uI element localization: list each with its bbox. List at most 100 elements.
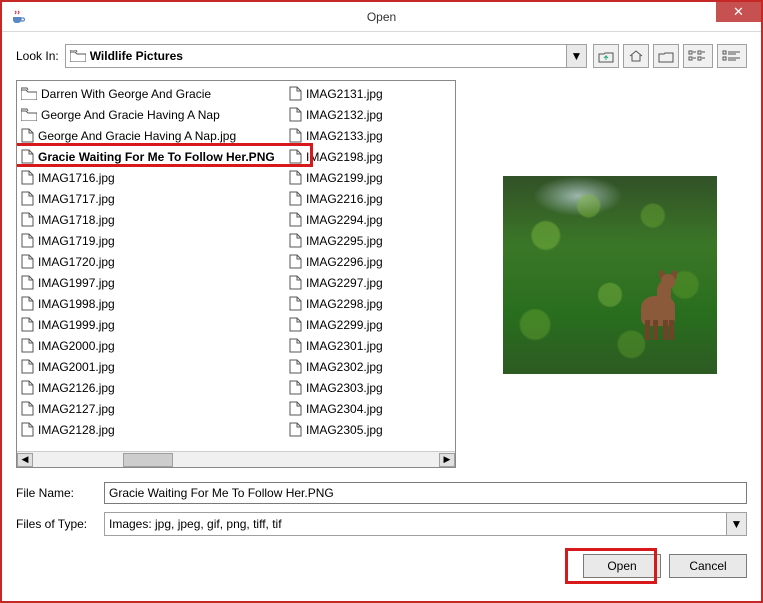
- file-name: IMAG2001.jpg: [38, 360, 115, 374]
- file-icon: [21, 338, 34, 353]
- up-one-level-button[interactable]: [593, 44, 619, 68]
- file-name: IMAG1717.jpg: [38, 192, 115, 206]
- home-button[interactable]: [623, 44, 649, 68]
- file-name: IMAG2301.jpg: [306, 339, 383, 353]
- list-view-button[interactable]: [683, 44, 713, 68]
- preview-image: [503, 176, 717, 374]
- file-name: IMAG2126.jpg: [38, 381, 115, 395]
- file-item[interactable]: IMAG2302.jpg: [285, 356, 435, 377]
- file-item[interactable]: IMAG2001.jpg: [17, 356, 285, 377]
- file-item[interactable]: IMAG2216.jpg: [285, 188, 435, 209]
- file-name: IMAG2295.jpg: [306, 234, 383, 248]
- file-name-input[interactable]: [104, 482, 747, 504]
- file-item[interactable]: IMAG2131.jpg: [285, 83, 435, 104]
- scroll-thumb[interactable]: [123, 453, 173, 467]
- file-item[interactable]: IMAG1718.jpg: [17, 209, 285, 230]
- details-view-button[interactable]: [717, 44, 747, 68]
- file-name: IMAG2299.jpg: [306, 318, 383, 332]
- files-of-type-combo[interactable]: Images: jpg, jpeg, gif, png, tiff, tif ▼: [104, 512, 747, 536]
- file-name-label: File Name:: [16, 486, 96, 500]
- file-item[interactable]: IMAG2299.jpg: [285, 314, 435, 335]
- file-icon: [21, 212, 34, 227]
- file-item[interactable]: IMAG2298.jpg: [285, 293, 435, 314]
- file-icon: [289, 128, 302, 143]
- file-item[interactable]: IMAG2295.jpg: [285, 230, 435, 251]
- dropdown-arrow-icon: ▼: [726, 513, 746, 535]
- nav-toolbar: [593, 44, 747, 68]
- file-icon: [289, 170, 302, 185]
- file-name: IMAG2302.jpg: [306, 360, 383, 374]
- file-item[interactable]: Gracie Waiting For Me To Follow Her.PNG: [17, 146, 285, 167]
- file-name: IMAG1719.jpg: [38, 234, 115, 248]
- look-in-label: Look In:: [16, 49, 59, 63]
- open-button[interactable]: Open: [583, 554, 661, 578]
- file-item[interactable]: IMAG2303.jpg: [285, 377, 435, 398]
- file-icon: [21, 296, 34, 311]
- file-item[interactable]: George And Gracie Having A Nap.jpg: [17, 125, 285, 146]
- file-name: IMAG2296.jpg: [306, 255, 383, 269]
- scroll-right-icon[interactable]: ▶: [439, 453, 455, 467]
- file-name: IMAG2297.jpg: [306, 276, 383, 290]
- file-name: Gracie Waiting For Me To Follow Her.PNG: [38, 150, 275, 164]
- file-item[interactable]: IMAG2126.jpg: [17, 377, 285, 398]
- file-icon: [289, 275, 302, 290]
- file-name: IMAG2304.jpg: [306, 402, 383, 416]
- preview-pane: [472, 80, 747, 468]
- file-item[interactable]: IMAG2296.jpg: [285, 251, 435, 272]
- close-icon: ✕: [733, 4, 744, 20]
- folder-item[interactable]: George And Gracie Having A Nap: [17, 104, 285, 125]
- file-name: IMAG2199.jpg: [306, 171, 383, 185]
- file-item[interactable]: IMAG1720.jpg: [17, 251, 285, 272]
- file-name: IMAG1716.jpg: [38, 171, 115, 185]
- file-item[interactable]: IMAG1999.jpg: [17, 314, 285, 335]
- file-name: IMAG2298.jpg: [306, 297, 383, 311]
- look-in-value: Wildlife Pictures: [90, 49, 183, 63]
- folder-item[interactable]: Darren With George And Gracie: [17, 83, 285, 104]
- file-item[interactable]: IMAG2301.jpg: [285, 335, 435, 356]
- file-icon: [21, 128, 34, 143]
- file-icon: [21, 317, 34, 332]
- file-item[interactable]: IMAG1998.jpg: [17, 293, 285, 314]
- file-icon: [289, 296, 302, 311]
- file-item[interactable]: IMAG1997.jpg: [17, 272, 285, 293]
- file-icon: [21, 254, 34, 269]
- file-item[interactable]: IMAG2132.jpg: [285, 104, 435, 125]
- file-item[interactable]: IMAG2294.jpg: [285, 209, 435, 230]
- cancel-button[interactable]: Cancel: [669, 554, 747, 578]
- file-name: IMAG2000.jpg: [38, 339, 115, 353]
- file-icon: [289, 254, 302, 269]
- file-item[interactable]: IMAG2304.jpg: [285, 398, 435, 419]
- java-icon: [10, 9, 26, 25]
- file-icon: [21, 191, 34, 206]
- file-item[interactable]: IMAG2128.jpg: [17, 419, 285, 440]
- horizontal-scrollbar[interactable]: ◀ ▶: [17, 451, 455, 467]
- file-icon: [21, 275, 34, 290]
- scroll-left-icon[interactable]: ◀: [17, 453, 33, 467]
- file-list[interactable]: Darren With George And Gracie George And …: [16, 80, 456, 468]
- file-item[interactable]: IMAG2000.jpg: [17, 335, 285, 356]
- file-item[interactable]: IMAG1716.jpg: [17, 167, 285, 188]
- file-icon: [289, 338, 302, 353]
- files-of-type-label: Files of Type:: [16, 517, 96, 531]
- look-in-combo[interactable]: Wildlife Pictures ▼: [65, 44, 587, 68]
- file-item[interactable]: IMAG2127.jpg: [17, 398, 285, 419]
- file-icon: [21, 233, 34, 248]
- file-name: IMAG1999.jpg: [38, 318, 115, 332]
- new-folder-button[interactable]: [653, 44, 679, 68]
- file-item[interactable]: IMAG2198.jpg: [285, 146, 435, 167]
- file-icon: [289, 107, 302, 122]
- file-name: IMAG2303.jpg: [306, 381, 383, 395]
- file-name: IMAG1720.jpg: [38, 255, 115, 269]
- file-icon: [21, 149, 34, 164]
- file-item[interactable]: IMAG2305.jpg: [285, 419, 435, 440]
- file-item[interactable]: IMAG2297.jpg: [285, 272, 435, 293]
- file-item[interactable]: IMAG1717.jpg: [17, 188, 285, 209]
- file-item[interactable]: IMAG1719.jpg: [17, 230, 285, 251]
- folder-icon: [21, 87, 37, 100]
- file-item[interactable]: IMAG2133.jpg: [285, 125, 435, 146]
- close-button[interactable]: ✕: [716, 2, 761, 22]
- file-icon: [289, 401, 302, 416]
- file-name: Darren With George And Gracie: [41, 87, 211, 101]
- file-name: IMAG2294.jpg: [306, 213, 383, 227]
- file-item[interactable]: IMAG2199.jpg: [285, 167, 435, 188]
